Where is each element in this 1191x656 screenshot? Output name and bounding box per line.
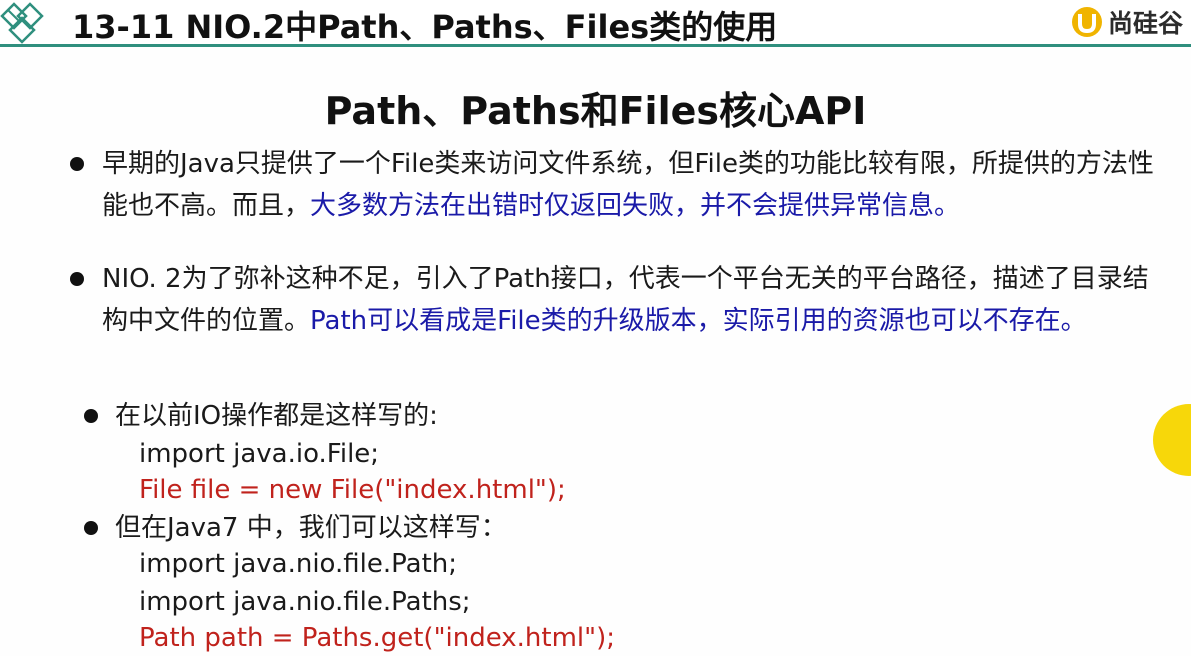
- code-line: import java.io.File;: [139, 439, 380, 469]
- bullet-text-highlight: Path可以看成是File类的升级版本，实际引用的资源也可以不存在。: [310, 306, 1087, 336]
- slide-header: 13-11 NIO.2中Path、Paths、Files类的使用 尚硅谷: [0, 0, 1191, 46]
- u-shield-logo-icon: [1071, 7, 1102, 37]
- bullet-item-1: 早期的Java只提供了一个File类来访问文件系统，但File类的功能比较有限，…: [70, 143, 1160, 227]
- bullet-text: 早期的Java只提供了一个File类来访问文件系统，但File类的功能比较有限，…: [102, 143, 1154, 227]
- code-line-highlight: Path path = Paths.get("index.html");: [139, 623, 616, 653]
- code-line: import java.nio.file.Path;: [139, 549, 458, 579]
- bullet-label: 但在Java7 中，我们可以这样写：: [115, 513, 507, 543]
- code-line: import java.nio.file.Paths;: [139, 587, 471, 617]
- slide-title: 13-11 NIO.2中Path、Paths、Files类的使用: [72, 8, 778, 46]
- bullet-item-4: 但在Java7 中，我们可以这样写：: [84, 510, 507, 546]
- diamond-grid-logo-icon: [0, 2, 44, 44]
- bullet-dot: [84, 409, 98, 423]
- pointer-marker: [1153, 404, 1191, 476]
- content-heading: Path、Paths和Files核心API: [324, 89, 867, 133]
- header-divider: [0, 44, 1191, 47]
- code-line-highlight: File file = new File("index.html");: [139, 475, 566, 505]
- bullet-text-highlight: 大多数方法在出错时仅返回失败，并不会提供异常信息。: [310, 191, 961, 221]
- brand-name: 尚硅谷: [1107, 9, 1183, 38]
- bullet-dot: [84, 521, 98, 535]
- bullet-item-3: 在以前IO操作都是这样写的:: [84, 398, 438, 434]
- bullet-label: 在以前IO操作都是这样写的:: [115, 401, 438, 431]
- bullet-dot: [70, 272, 84, 286]
- bullet-item-2: NIO. 2为了弥补这种不足，引入了Path接口，代表一个平台无关的平台路径，描…: [70, 258, 1160, 342]
- brand-logo: 尚硅谷: [1070, 4, 1183, 40]
- bullet-dot: [70, 157, 84, 171]
- bullet-text: NIO. 2为了弥补这种不足，引入了Path接口，代表一个平台无关的平台路径，描…: [102, 258, 1154, 342]
